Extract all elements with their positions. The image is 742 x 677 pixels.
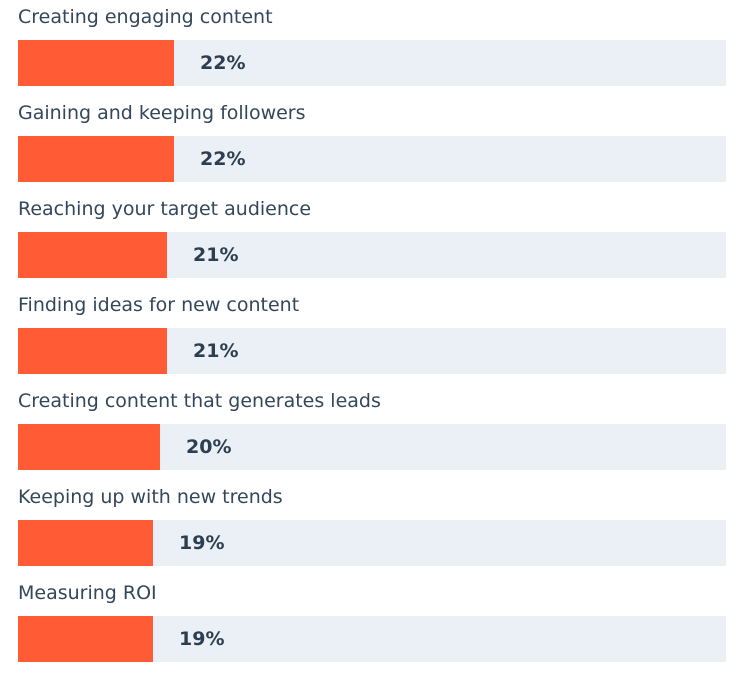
horizontal-bar-chart: Creating engaging content 22% Gaining and … (0, 0, 742, 677)
bar-row: Keeping up with new trends 19% (0, 480, 742, 576)
bar-value-label: 19% (179, 628, 225, 650)
bar-fill (18, 136, 174, 182)
bar-track: 21% (18, 328, 726, 374)
bar-track: 22% (18, 136, 726, 182)
bar-row: Creating content that generates leads 20% (0, 384, 742, 480)
bar-row: Finding ideas for new content 21% (0, 288, 742, 384)
bar-value-label: 21% (193, 244, 239, 266)
bar-fill (18, 520, 153, 566)
bar-category-label: Finding ideas for new content (18, 294, 300, 316)
bar-fill (18, 424, 160, 470)
bar-category-label: Creating content that generates leads (18, 390, 381, 412)
bar-value-label: 20% (186, 436, 232, 458)
bar-track: 20% (18, 424, 726, 470)
bar-category-label: Reaching your target audience (18, 198, 312, 220)
bar-fill (18, 232, 167, 278)
bar-track: 19% (18, 520, 726, 566)
bar-track: 21% (18, 232, 726, 278)
bar-value-label: 22% (200, 52, 246, 74)
bar-fill (18, 616, 153, 662)
bar-category-label: Measuring ROI (18, 582, 157, 604)
bar-row: Reaching your target audience 21% (0, 192, 742, 288)
bar-row: Creating engaging content 22% (0, 0, 742, 96)
bar-value-label: 21% (193, 340, 239, 362)
bar-value-label: 22% (200, 148, 246, 170)
bar-value-label: 19% (179, 532, 225, 554)
bar-fill (18, 40, 174, 86)
bar-track: 19% (18, 616, 726, 662)
bar-row: Gaining and keeping followers 22% (0, 96, 742, 192)
bar-track: 22% (18, 40, 726, 86)
bar-row: Measuring ROI 19% (0, 576, 742, 672)
bar-fill (18, 328, 167, 374)
bar-category-label: Creating engaging content (18, 6, 273, 28)
bar-category-label: Keeping up with new trends (18, 486, 283, 508)
bar-category-label: Gaining and keeping followers (18, 102, 306, 124)
